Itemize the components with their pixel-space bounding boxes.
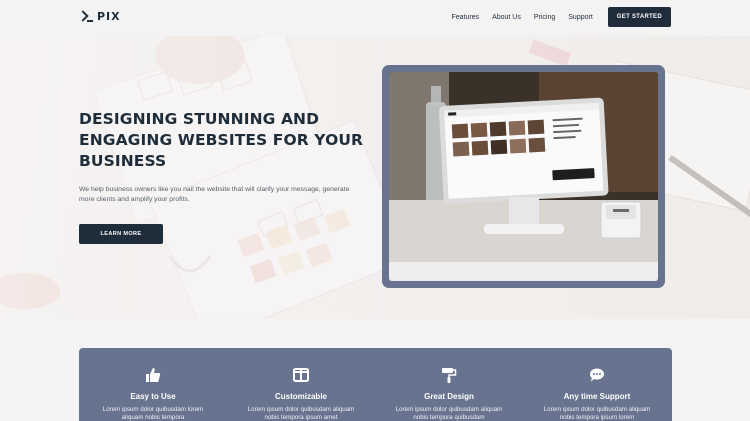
feature-text: Lorem ipsum dolor quibusdam aliquam nobi… <box>395 406 503 421</box>
feature-title: Easy to Use <box>130 392 176 401</box>
site-header: PIX Features About Us Pricing Support GE… <box>0 0 750 36</box>
feature-title: Great Design <box>424 392 474 401</box>
feature-title: Customizable <box>274 392 327 401</box>
feature-customizable: Customizable Lorem ipsum dolor quibusdam… <box>227 348 375 421</box>
nav-link-features[interactable]: Features <box>451 14 479 21</box>
learn-more-button[interactable]: LEARN MORE <box>79 224 163 244</box>
hero-image-frame <box>382 65 665 288</box>
pos-terminal-photo <box>389 72 658 281</box>
nav-link-support[interactable]: Support <box>568 14 593 21</box>
brand-logo[interactable]: PIX <box>79 10 121 23</box>
paint-roller-icon <box>442 368 457 383</box>
hero-section: DESIGNING STUNNING AND ENGAGING WEBSITES… <box>0 36 750 319</box>
pos-terminal-illustration <box>389 72 658 281</box>
get-started-button[interactable]: GET STARTED <box>607 7 671 27</box>
hero-subtitle: We help business owners like you nail th… <box>79 186 350 203</box>
nav-link-about-us[interactable]: About Us <box>492 14 521 21</box>
feature-title: Any time Support <box>563 392 631 401</box>
thumbs-up-icon <box>146 368 161 382</box>
feature-text: Lorem ipsum dolor quibusdam aliquam nobi… <box>543 406 651 421</box>
feature-text: Lorem ipsum dolor quibusdam aliquam nobi… <box>247 406 355 421</box>
chat-bubble-icon <box>590 368 604 382</box>
terminal-prompt-icon <box>79 11 93 23</box>
nav-link-pricing[interactable]: Pricing <box>534 14 555 21</box>
main-nav: Features About Us Pricing Support GET ST… <box>451 7 671 27</box>
features-panel: Easy to Use Lorem ipsum dolor quibusdam … <box>79 348 672 421</box>
feature-any-time-support: Any time Support Lorem ipsum dolor quibu… <box>523 348 671 421</box>
brand-name: PIX <box>97 10 121 23</box>
feature-easy-to-use: Easy to Use Lorem ipsum dolor quibusdam … <box>79 348 227 421</box>
hero-title: DESIGNING STUNNING AND ENGAGING WEBSITES… <box>79 110 364 170</box>
feature-text: Lorem ipsum dolor quibusdam lorem aliqua… <box>102 406 204 421</box>
layout-columns-icon <box>293 368 309 382</box>
feature-great-design: Great Design Lorem ipsum dolor quibusdam… <box>375 348 523 421</box>
